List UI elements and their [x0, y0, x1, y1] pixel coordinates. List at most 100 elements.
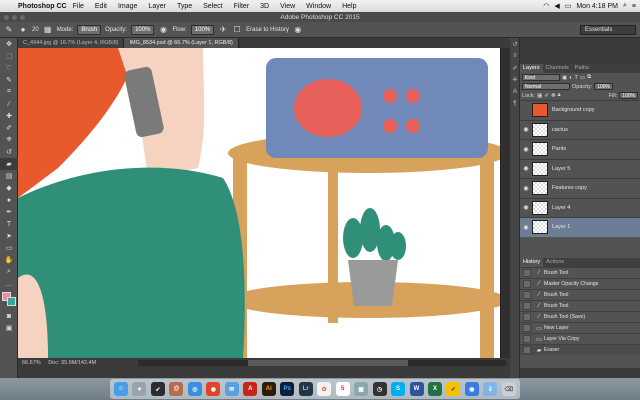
- photoshop-icon[interactable]: Ps: [280, 382, 295, 396]
- launchpad-icon[interactable]: ✦: [132, 382, 147, 396]
- history-item[interactable]: ⁄ Brush Tool: [520, 267, 640, 278]
- history-panel-icon[interactable]: ↺: [510, 38, 520, 50]
- history-source-box[interactable]: [523, 269, 531, 277]
- pressure-size-icon[interactable]: ◉: [293, 25, 303, 35]
- mode-select[interactable]: Brush: [77, 24, 102, 35]
- norton-icon[interactable]: ✓: [446, 382, 461, 396]
- notification-icon[interactable]: ≡: [632, 3, 636, 10]
- menu-layer[interactable]: Layer: [148, 3, 166, 10]
- tab-actions[interactable]: Actions: [543, 258, 567, 267]
- layer-row[interactable]: ◉ cactus: [520, 119, 640, 140]
- paragraph-panel-icon[interactable]: ¶: [510, 98, 520, 110]
- preview-icon[interactable]: ▣: [354, 382, 369, 396]
- history-source-box[interactable]: [523, 346, 531, 354]
- brush-panel-icon[interactable]: ✐: [510, 62, 520, 74]
- photos-icon[interactable]: ✿: [317, 382, 332, 396]
- eye-icon[interactable]: ◉: [520, 165, 532, 172]
- filter-smart-icon[interactable]: ⧉: [587, 74, 591, 81]
- opacity-field[interactable]: 100%: [131, 24, 155, 35]
- canvas-horizontal-scrollbar[interactable]: [138, 360, 506, 366]
- history-source-box[interactable]: [523, 280, 531, 288]
- blend-mode-select[interactable]: Normal: [522, 83, 570, 90]
- history-source-box[interactable]: [523, 335, 531, 343]
- history-item[interactable]: ▭ New Layer: [520, 322, 640, 333]
- properties-panel-icon[interactable]: ≡: [510, 50, 520, 62]
- layer-row[interactable]: ◉ Features copy: [520, 178, 640, 198]
- pressure-opacity-icon[interactable]: ◉: [158, 25, 168, 35]
- layer-row[interactable]: Background copy: [520, 100, 640, 120]
- skype-icon[interactable]: S: [391, 382, 406, 396]
- doc-tab-active[interactable]: IMG_8534.psd @ 66.7% (Layer 1, RGB/8): [124, 38, 239, 48]
- menu-3d[interactable]: 3D: [260, 3, 269, 10]
- wifi-icon[interactable]: ◠: [543, 2, 549, 10]
- doc-tab[interactable]: C_4944.jpg @ 16.7% (Layer 4, RGB/8): [18, 38, 125, 48]
- workspace-select[interactable]: Essentials: [580, 25, 636, 35]
- address-book-icon[interactable]: @: [169, 382, 184, 396]
- chrome-icon[interactable]: ◉: [206, 382, 221, 396]
- word-icon[interactable]: W: [409, 382, 424, 396]
- lock-paint-icon[interactable]: ✐: [544, 93, 549, 99]
- clone-source-icon[interactable]: ⎈: [510, 74, 520, 86]
- finder-icon[interactable]: ☺: [114, 382, 128, 396]
- tab-layers[interactable]: Layers: [520, 64, 543, 73]
- type-tool-icon[interactable]: T: [0, 218, 18, 230]
- menu-select[interactable]: Select: [203, 3, 222, 10]
- menu-edit[interactable]: Edit: [95, 3, 107, 10]
- quick-mask-icon[interactable]: ◙: [0, 310, 18, 322]
- layer-row[interactable]: ◉ Layer 4: [520, 197, 640, 218]
- trash-icon[interactable]: ⌫: [501, 382, 516, 396]
- background-color[interactable]: [7, 297, 16, 306]
- layer-row-selected[interactable]: ◉ Layer 1: [520, 217, 640, 237]
- eraser-tool-icon[interactable]: ▰: [0, 158, 18, 170]
- eye-icon[interactable]: ◉: [520, 146, 532, 153]
- brush-panel-icon[interactable]: ▦: [43, 25, 53, 35]
- menu-app-name[interactable]: Photoshop CC: [18, 3, 67, 10]
- brush-preset-icon[interactable]: ●: [18, 25, 28, 35]
- history-source-box[interactable]: [523, 302, 531, 310]
- lightroom-icon[interactable]: Lr: [298, 382, 313, 396]
- mail-icon[interactable]: ✉: [224, 382, 239, 396]
- erase-history-checkbox[interactable]: ☐: [232, 25, 242, 35]
- lasso-tool-icon[interactable]: ➰: [0, 62, 18, 74]
- lock-move-icon[interactable]: ✥: [551, 93, 556, 99]
- history-item-current[interactable]: ▰ Eraser: [520, 344, 640, 355]
- tab-paths[interactable]: Paths: [572, 64, 592, 73]
- menu-image[interactable]: Image: [118, 3, 137, 10]
- more-tools-icon[interactable]: …: [0, 278, 18, 290]
- screen-mode-icon[interactable]: ▣: [0, 322, 18, 334]
- airbrush-icon[interactable]: ✈: [218, 25, 228, 35]
- healing-tool-icon[interactable]: ✚: [0, 110, 18, 122]
- layer-row[interactable]: ◉ Pants: [520, 139, 640, 159]
- character-panel-icon[interactable]: A: [510, 86, 520, 98]
- path-select-tool-icon[interactable]: ➤: [0, 230, 18, 242]
- minimize-window-button[interactable]: [12, 15, 17, 20]
- filter-shape-icon[interactable]: ▭: [580, 75, 585, 81]
- history-item[interactable]: ⁄ Brush Tool: [520, 289, 640, 300]
- volume-icon[interactable]: ◀: [554, 2, 559, 10]
- history-item[interactable]: ⁄ Brush Tool (Save): [520, 311, 640, 322]
- quick-select-tool-icon[interactable]: ✎: [0, 74, 18, 86]
- excel-icon[interactable]: X: [427, 382, 442, 396]
- eye-icon[interactable]: ◉: [520, 126, 532, 133]
- filter-adjust-icon[interactable]: ◐: [569, 75, 572, 81]
- lock-all-icon[interactable]: 🔒︎: [558, 92, 561, 99]
- history-source-box[interactable]: [523, 324, 531, 332]
- chrome-beta-icon[interactable]: ◉: [464, 382, 479, 396]
- history-item[interactable]: ▭ Layer Via Copy: [520, 333, 640, 344]
- brush-tool-icon[interactable]: ✐: [0, 122, 18, 134]
- lock-pixels-icon[interactable]: ▦: [537, 93, 542, 99]
- menu-help[interactable]: Help: [342, 3, 356, 10]
- calendar-icon[interactable]: 5: [335, 382, 350, 396]
- menu-file[interactable]: File: [73, 3, 84, 10]
- filter-type-icon[interactable]: T: [575, 75, 578, 81]
- crop-tool-icon[interactable]: ⌗: [0, 86, 18, 98]
- safari-icon[interactable]: ◎: [187, 382, 202, 396]
- brush-size[interactable]: 20: [32, 27, 39, 33]
- layer-opacity-field[interactable]: 100%: [594, 83, 613, 90]
- flow-field[interactable]: 100%: [190, 24, 215, 35]
- tab-channels[interactable]: Channels: [543, 64, 572, 73]
- tab-history[interactable]: History: [520, 258, 544, 267]
- eye-icon[interactable]: ◉: [520, 224, 532, 231]
- menu-view[interactable]: View: [280, 3, 295, 10]
- rocket-icon[interactable]: ➶: [150, 382, 165, 396]
